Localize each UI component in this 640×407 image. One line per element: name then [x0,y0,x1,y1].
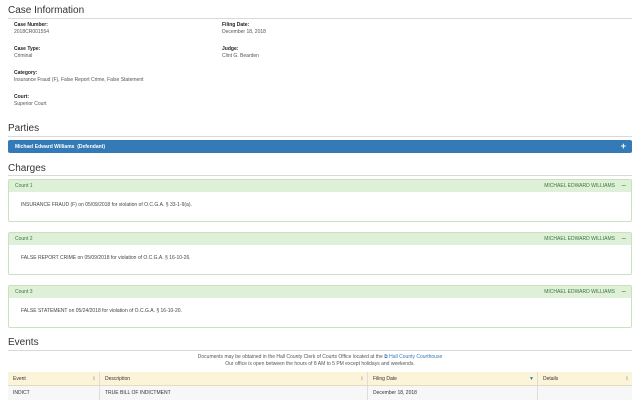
count-defendant: MICHAEL EDWARD WILLIAMS [544,183,615,189]
column-header-filing-date[interactable]: Filing Date ▼ [368,372,538,386]
count-defendant: MICHAEL EDWARD WILLIAMS [544,236,615,242]
filing-date-value: December 18, 2018 [222,29,266,35]
office-hours-text: Our office is open between the hours of … [225,361,415,367]
case-type-field: Case Type: Criminal [14,46,40,60]
divider [8,350,632,351]
cell-event: INDICT [8,386,100,400]
judge-field: Judge: Clint G. Bearden [222,46,259,60]
category-label: Category: [14,70,38,76]
events-title: Events [8,337,39,348]
count-description: FALSE STATEMENT on 05/24/2018 for violat… [21,308,182,314]
charge-count-1: Count 1 MICHAEL EDWARD WILLIAMS − INSURA… [8,179,632,222]
column-header-event[interactable]: Event ⇕ [8,372,100,386]
court-label: Court: [14,94,29,100]
notice-text: Documents may be obtained in the Hall Co… [197,354,383,360]
sort-icon: ⇕ [624,376,629,382]
case-number-field: Case Number: 2018CR001554 [14,22,49,36]
filing-date-label: Filing Date: [222,22,250,28]
external-link-icon: ⧉ [384,354,388,360]
expand-icon[interactable]: + [621,141,626,151]
collapse-icon[interactable]: − [621,287,626,296]
cell-details [538,386,632,400]
courthouse-link[interactable]: ⧉ Hall County Courthouse [384,354,442,360]
events-table: Event ⇕ Description ⇕ Filing Date ▼ Details… [8,372,632,400]
party-name-label: Michael Edward Williams (Defendant) [15,144,105,150]
divider [8,175,632,176]
court-value: Superior Court [14,101,47,107]
count-defendant: MICHAEL EDWARD WILLIAMS [544,289,615,295]
charge-count-header[interactable]: Count 1 MICHAEL EDWARD WILLIAMS − [9,180,631,192]
collapse-icon[interactable]: − [621,234,626,243]
collapse-icon[interactable]: − [621,181,626,190]
charge-count-2: Count 2 MICHAEL EDWARD WILLIAMS − FALSE … [8,232,632,275]
case-type-label: Case Type: [14,46,41,52]
column-header-details[interactable]: Details ⇕ [538,372,632,386]
case-number-value: 2018CR001554 [14,29,50,35]
sort-descending-icon: ▼ [529,376,534,382]
cell-filing-date: December 18, 2018 [368,386,538,400]
table-row: INDICT TRUE BILL OF INDICTMENT December … [8,386,632,400]
count-description: FALSE REPORT CRIME on 05/09/2018 for vio… [21,255,191,261]
count-description: INSURANCE FRAUD (F) on 05/09/2018 for vi… [21,202,192,208]
category-value: Insurance Fraud (F), False Report Crime,… [14,77,144,83]
charge-count-3: Count 3 MICHAEL EDWARD WILLIAMS − FALSE … [8,285,632,328]
divider [8,18,632,19]
count-label: Count 3 [15,289,33,295]
court-field: Court: Superior Court [14,94,47,108]
filing-date-field: Filing Date: December 18, 2018 [222,22,266,36]
column-header-description[interactable]: Description ⇕ [100,372,368,386]
sort-icon: ⇕ [359,376,364,382]
table-header: Event ⇕ Description ⇕ Filing Date ▼ Details… [8,372,632,386]
case-number-label: Case Number: [14,22,48,28]
cell-description: TRUE BILL OF INDICTMENT [100,386,368,400]
category-field: Category: Insurance Fraud (F), False Rep… [14,70,144,84]
count-label: Count 1 [15,183,33,189]
sort-icon: ⇕ [91,376,96,382]
count-label: Count 2 [15,236,33,242]
charges-title: Charges [8,163,46,174]
parties-title: Parties [8,123,40,134]
judge-value: Clint G. Bearden [222,53,259,59]
case-information-title: Case Information [8,5,85,16]
documents-notice: Documents may be obtained in the Hall Co… [0,354,640,368]
charge-count-header[interactable]: Count 2 MICHAEL EDWARD WILLIAMS − [9,233,631,245]
charge-count-header[interactable]: Count 3 MICHAEL EDWARD WILLIAMS − [9,286,631,298]
divider [8,136,632,137]
party-row-defendant[interactable]: Michael Edward Williams (Defendant) + [8,140,632,153]
judge-label: Judge: [222,46,239,52]
case-type-value: Criminal [14,53,33,59]
